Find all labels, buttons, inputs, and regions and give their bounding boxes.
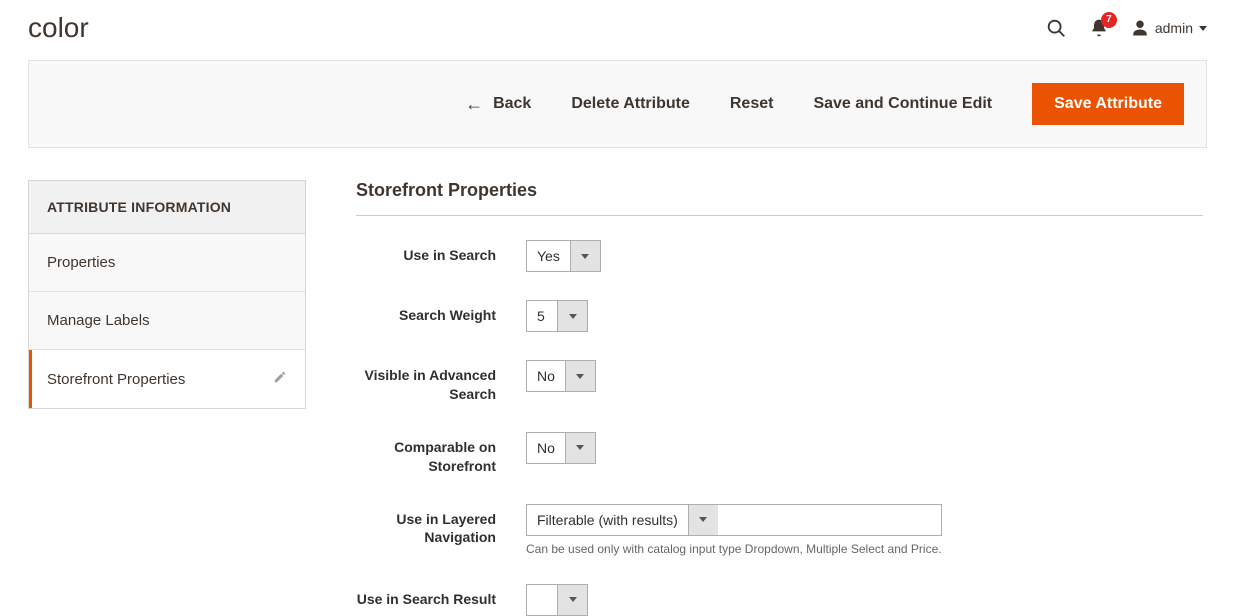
sidebar-heading: ATTRIBUTE INFORMATION [28, 180, 306, 234]
user-menu[interactable]: admin [1131, 19, 1207, 37]
save-continue-button[interactable]: Save and Continue Edit [813, 95, 992, 113]
notifications-icon[interactable]: 7 [1089, 18, 1109, 38]
save-attribute-button[interactable]: Save Attribute [1032, 83, 1184, 125]
select-value [527, 585, 557, 615]
search-results-layered-select[interactable] [526, 584, 588, 616]
action-bar: ← Back Delete Attribute Reset Save and C… [28, 60, 1207, 148]
chevron-down-icon [557, 301, 587, 331]
layered-navigation-select[interactable]: Filterable (with results) [526, 504, 942, 536]
reset-button[interactable]: Reset [730, 95, 774, 113]
sidebar-tab-storefront-properties[interactable]: Storefront Properties [29, 350, 305, 408]
username-label: admin [1155, 20, 1193, 36]
select-value: Filterable (with results) [527, 505, 688, 535]
sidebar: ATTRIBUTE INFORMATION Properties Manage … [28, 180, 306, 616]
select-value: No [527, 361, 565, 391]
section-title: Storefront Properties [356, 180, 1203, 216]
main-panel: Storefront Properties Use in Search Yes … [356, 180, 1207, 616]
select-value: No [527, 433, 565, 463]
chevron-down-icon [570, 241, 600, 271]
sidebar-tab-label: Storefront Properties [47, 371, 185, 388]
chevron-down-icon [1199, 26, 1207, 31]
use-in-search-select[interactable]: Yes [526, 240, 601, 272]
chevron-down-icon [565, 361, 595, 391]
page-title: color [28, 12, 89, 44]
sidebar-tab-label: Manage Labels [47, 312, 150, 329]
sidebar-tab-label: Properties [47, 254, 115, 271]
back-label: Back [493, 95, 531, 113]
back-button[interactable]: ← Back [465, 95, 531, 113]
user-icon [1131, 19, 1149, 37]
select-value: 5 [527, 301, 557, 331]
search-weight-select[interactable]: 5 [526, 300, 588, 332]
select-value: Yes [527, 241, 570, 271]
layered-navigation-hint: Can be used only with catalog input type… [526, 542, 942, 556]
use-in-search-label: Use in Search [356, 240, 496, 265]
layered-navigation-label: Use in Layered Navigation [356, 504, 496, 548]
comparable-storefront-label: Comparable on Storefront [356, 432, 496, 476]
delete-attribute-button[interactable]: Delete Attribute [571, 95, 690, 113]
edit-icon [273, 370, 287, 388]
visible-advanced-search-select[interactable]: No [526, 360, 596, 392]
chevron-down-icon [565, 433, 595, 463]
visible-advanced-search-label: Visible in Advanced Search [356, 360, 496, 404]
comparable-storefront-select[interactable]: No [526, 432, 596, 464]
sidebar-tab-properties[interactable]: Properties [29, 234, 305, 292]
arrow-left-icon: ← [465, 95, 483, 113]
chevron-down-icon [688, 505, 718, 535]
notification-badge: 7 [1101, 12, 1117, 28]
search-weight-label: Search Weight [356, 300, 496, 325]
search-results-layered-label: Use in Search Result [356, 584, 496, 609]
search-icon[interactable] [1045, 17, 1067, 39]
sidebar-tab-manage-labels[interactable]: Manage Labels [29, 292, 305, 350]
chevron-down-icon [557, 585, 587, 615]
